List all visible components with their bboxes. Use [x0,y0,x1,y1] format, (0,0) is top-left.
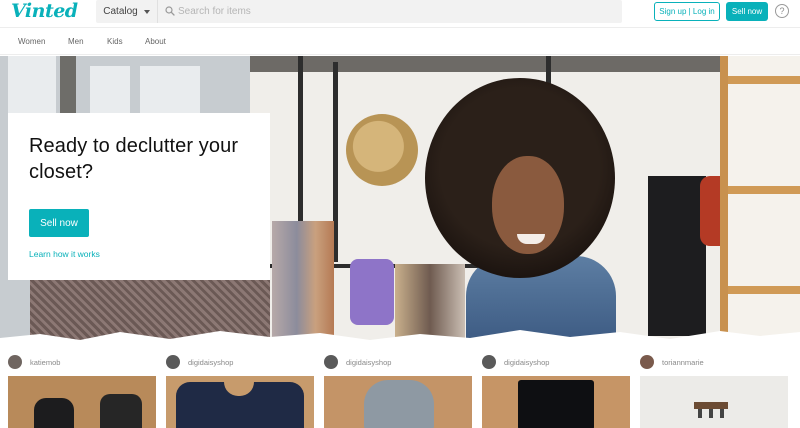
sell-now-button[interactable]: Sell now [29,209,89,237]
product-image[interactable] [8,376,156,428]
seller-name: digidaisyshop [188,357,234,367]
search-bar: Catalog [96,0,622,23]
hero-straw-hat [346,114,418,186]
product-image[interactable] [166,376,314,428]
product-card[interactable]: digidaisyshop [324,354,472,428]
avatar [8,355,22,369]
learn-how-link[interactable]: Learn how it works [29,249,100,259]
product-image[interactable] [324,376,472,428]
seller-name: toriannmarie [662,357,704,367]
nav-item-about[interactable]: About [145,37,166,46]
help-icon[interactable]: ? [775,4,789,18]
signup-login-button[interactable]: Sign up | Log in [654,2,720,21]
top-header: Vinted Catalog Sign up | Log in Sell now… [0,0,800,27]
category-nav: Women Men Kids About [0,27,800,55]
header-sell-now-button[interactable]: Sell now [726,2,768,21]
product-card[interactable]: digidaisyshop [166,354,314,428]
seller-info[interactable]: digidaisyshop [324,354,391,370]
product-card[interactable]: toriannmarie [640,354,788,428]
product-image[interactable] [482,376,630,428]
seller-info[interactable]: digidaisyshop [482,354,549,370]
seller-name: digidaisyshop [504,357,550,367]
product-card[interactable]: digidaisyshop [482,354,630,428]
nav-item-kids[interactable]: Kids [107,37,123,46]
vinted-logo[interactable]: Vinted [11,0,78,22]
hero-shelf [720,56,800,340]
product-card[interactable]: katiemob [8,354,156,428]
seller-info[interactable]: digidaisyshop [166,354,233,370]
search-input[interactable] [178,2,598,21]
promo-title: Ready to declutter your closet? [29,135,239,183]
search-icon [165,6,175,16]
nav-item-men[interactable]: Men [68,37,84,46]
seller-info[interactable]: toriannmarie [640,354,704,370]
avatar [482,355,496,369]
catalog-label: Catalog [103,6,138,17]
seller-name: katiemob [30,357,61,367]
seller-info[interactable]: katiemob [8,354,60,370]
avatar [640,355,654,369]
torn-paper-edge [0,330,800,340]
nav-item-women[interactable]: Women [18,37,45,46]
product-image[interactable] [640,376,788,428]
avatar [324,355,338,369]
sell-promo-card: Ready to declutter your closet? Sell now… [8,113,270,280]
chevron-down-icon [143,9,150,14]
catalog-dropdown[interactable]: Catalog [96,0,158,23]
avatar [166,355,180,369]
seller-name: digidaisyshop [346,357,392,367]
